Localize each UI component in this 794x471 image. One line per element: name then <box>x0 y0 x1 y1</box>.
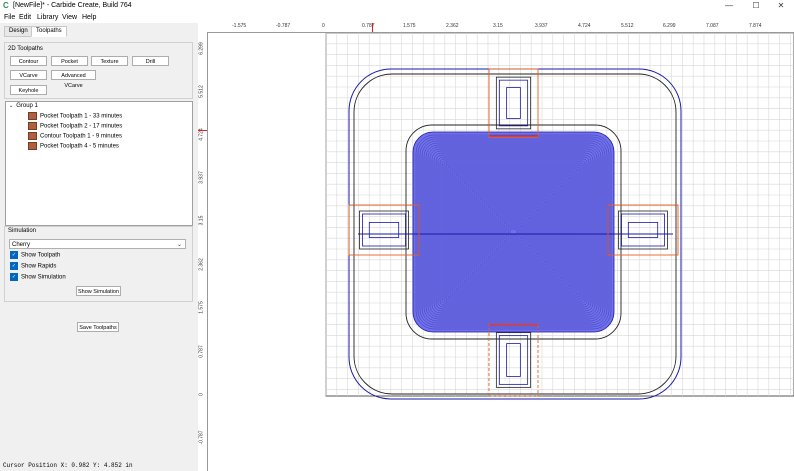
material-value: Cherry <box>12 242 31 248</box>
ruler-tick-label: 3.937 <box>535 23 548 29</box>
title-bar: C [NewFile]* - Carbide Create, Build 764… <box>0 0 794 12</box>
ruler-tick-label: 6.299 <box>663 23 676 29</box>
minimize-button[interactable]: — <box>716 0 742 12</box>
menu-edit[interactable]: Edit <box>19 13 31 22</box>
tree-item-label: Contour Toolpath 1 - 9 minutes <box>40 133 122 140</box>
menu-help[interactable]: Help <box>82 13 96 22</box>
ruler-tick-label: 2.362 <box>446 23 459 29</box>
toolpath-icon <box>28 122 37 130</box>
ruler-tick-label: 4.724 <box>578 23 591 29</box>
tree-item-label: Pocket Toolpath 1 - 33 minutes <box>40 113 123 120</box>
keyhole-button[interactable]: Keyhole <box>10 85 47 95</box>
ruler-tick-label: 7.087 <box>706 23 719 29</box>
top-ruler: -1.575 -0.787 0 0.787 1.575 2.362 3.15 3… <box>198 23 794 33</box>
tree-item-label: Pocket Toolpath 2 - 17 minutes <box>40 123 123 130</box>
toolpath-tree: ⌄ Group 1 Pocket Toolpath 1 - 33 minutes … <box>5 101 193 226</box>
ruler-tick-label: 3.937 <box>198 171 205 184</box>
menu-view[interactable]: View <box>62 13 77 22</box>
close-button[interactable]: ✕ <box>768 0 794 12</box>
menu-library[interactable]: Library <box>37 13 58 22</box>
ruler-tick-label: 5.512 <box>621 23 634 29</box>
vcarve-button[interactable]: VCarve <box>10 70 47 80</box>
app-icon: C <box>3 1 9 10</box>
show-simulation-checkbox[interactable]: ✓ Show Simulation <box>10 273 66 282</box>
simulation-label: Simulation <box>8 228 37 234</box>
toolpath-icon <box>28 142 37 150</box>
texture-button[interactable]: Texture <box>91 56 128 66</box>
show-rapids-checkbox[interactable]: ✓ Show Rapids <box>10 262 56 271</box>
tab-design[interactable]: Design <box>4 26 33 37</box>
checkmark-icon: ✓ <box>10 251 18 259</box>
checkmark-icon: ✓ <box>10 262 18 270</box>
ruler-cursor-marker <box>198 130 207 131</box>
pocket-fill <box>412 131 615 333</box>
toolpaths-header: 2D Toolpaths <box>8 46 43 52</box>
save-toolpaths-button[interactable]: Save Toolpaths <box>77 322 119 332</box>
tab-toolpaths[interactable]: Toolpaths <box>31 26 67 37</box>
toolpath-icon <box>28 112 37 120</box>
ruler-tick-label: 5.512 <box>198 85 205 98</box>
tree-item[interactable]: Pocket Toolpath 2 - 17 minutes <box>28 122 122 132</box>
pocket-button[interactable]: Pocket <box>51 56 88 66</box>
design-canvas[interactable] <box>208 33 794 471</box>
ruler-tick-label: 3.15 <box>198 215 205 226</box>
toolpath-view[interactable] <box>208 33 794 471</box>
show-simulation-button[interactable]: Show Simulation <box>76 286 121 296</box>
cursor-position-status: Cursor Position X: 0.982 Y: 4.852 in <box>3 462 133 469</box>
contour-button[interactable]: Contour <box>10 56 47 66</box>
maximize-button[interactable]: ☐ <box>743 0 769 12</box>
tree-item-label: Pocket Toolpath 4 - 5 minutes <box>40 143 119 150</box>
group-label: Group 1 <box>16 103 38 109</box>
ruler-tick-label: -0.787 <box>276 23 291 29</box>
advanced-vcarve-button[interactable]: Advanced VCarve <box>51 70 96 89</box>
ruler-tick-label: 0 <box>198 393 205 396</box>
chevron-down-icon: ⌄ <box>176 242 182 248</box>
window-title: [NewFile]* - Carbide Create, Build 764 <box>13 2 132 9</box>
ruler-cursor-marker <box>372 23 373 32</box>
ruler-tick-label: 0.787 <box>198 345 205 358</box>
ruler-tick-label: 3.15 <box>493 23 503 29</box>
ruler-tick-label: 7.874 <box>749 23 762 29</box>
toolpath-icon <box>28 132 37 140</box>
tree-item[interactable]: Pocket Toolpath 4 - 5 minutes <box>28 142 119 152</box>
ruler-tick-label: -0.787 <box>198 430 205 445</box>
ruler-tick-label: 1.575 <box>198 301 205 314</box>
show-rapids-label: Show Rapids <box>21 263 57 270</box>
menu-bar: File Edit Library View Help <box>0 12 794 23</box>
tree-item[interactable]: Contour Toolpath 1 - 9 minutes <box>28 132 122 142</box>
tree-group-1[interactable]: ⌄ Group 1 <box>9 102 38 111</box>
ruler-tick-label: -1.575 <box>232 23 247 29</box>
show-toolpath-checkbox[interactable]: ✓ Show Toolpath <box>10 251 60 260</box>
show-simulation-label: Show Simulation <box>21 274 66 281</box>
ruler-tick-label: 6.299 <box>198 42 205 55</box>
ruler-tick-label: 4.724 <box>198 128 205 141</box>
ruler-tick-label: 1.575 <box>403 23 416 29</box>
chevron-down-icon[interactable]: ⌄ <box>9 103 13 109</box>
checkmark-icon: ✓ <box>10 273 18 281</box>
left-ruler: 6.299 5.512 4.724 3.937 3.15 2.362 1.575… <box>198 32 208 471</box>
menu-file[interactable]: File <box>4 13 15 22</box>
tree-item[interactable]: Pocket Toolpath 1 - 33 minutes <box>28 112 122 122</box>
show-toolpath-label: Show Toolpath <box>21 252 61 259</box>
ruler-tick-label: 0 <box>322 23 325 29</box>
ruler-tick-label: 2.362 <box>198 258 205 271</box>
material-select[interactable]: Cherry ⌄ <box>9 239 186 249</box>
drill-button[interactable]: Drill <box>132 56 169 66</box>
